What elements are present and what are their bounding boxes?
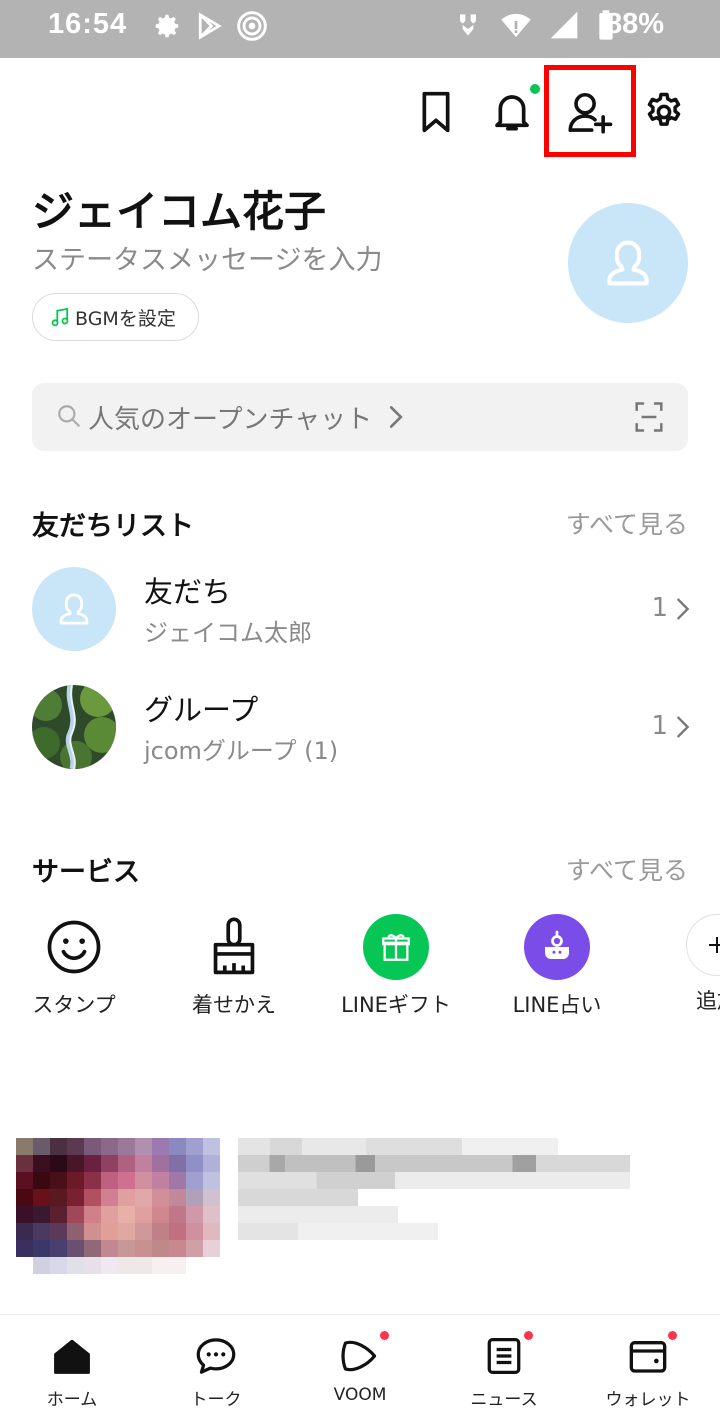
open-chat-search[interactable]: 人気のオープンチャット: [32, 383, 688, 451]
status-right-icons: [452, 9, 616, 41]
news-icon: [432, 1335, 576, 1377]
friends-count: 1: [651, 593, 668, 623]
group-avatar: [32, 685, 116, 769]
hearing-icon: [460, 14, 476, 36]
ad-text-blur: [238, 1138, 630, 1240]
status-time: 16:54: [48, 8, 128, 40]
nav-voom[interactable]: VOOM: [288, 1335, 432, 1405]
music-note-icon: [51, 307, 69, 327]
person-icon: [607, 240, 649, 286]
status-bar: 16:54 88%: [0, 0, 720, 58]
nav-label: ウォレット: [605, 1390, 691, 1410]
wallet-badge: [668, 1331, 677, 1340]
smile-icon: [41, 914, 107, 980]
friends-see-all[interactable]: すべて見る: [566, 505, 688, 541]
search-icon: [58, 405, 80, 427]
nav-home[interactable]: ホーム: [0, 1335, 144, 1410]
groups-row[interactable]: グループ jcomグループ (1) 1: [0, 685, 720, 795]
waterfall-photo: [32, 685, 116, 769]
service-sticker[interactable]: スタンプ: [9, 914, 139, 1018]
ad-banner[interactable]: [16, 1138, 706, 1278]
person-icon: [59, 593, 89, 625]
voom-icon: [288, 1335, 432, 1377]
service-add[interactable]: 追加: [652, 914, 720, 1014]
services-see-all[interactable]: すべて見る: [566, 851, 688, 887]
status-message[interactable]: ステータスメッセージを入力: [32, 238, 382, 277]
ad-image: [16, 1138, 220, 1274]
bgm-label: BGMを設定: [75, 307, 176, 330]
profile-avatar[interactable]: [568, 203, 688, 323]
search-placeholder: 人気のオープンチャット: [88, 405, 373, 435]
service-label: LINEギフト: [341, 993, 451, 1017]
bookmark-icon[interactable]: [412, 88, 460, 136]
nav-label: トーク: [190, 1390, 242, 1410]
service-fortune[interactable]: LINE占い: [492, 914, 622, 1018]
friends-avatar: [32, 567, 116, 651]
target-icon: [237, 11, 267, 41]
fortune-icon: [524, 914, 590, 980]
nav-wallet[interactable]: ウォレット: [576, 1335, 720, 1410]
service-theme[interactable]: 着せかえ: [169, 914, 299, 1018]
scan-icon[interactable]: [634, 401, 664, 433]
nav-chat[interactable]: トーク: [144, 1335, 288, 1410]
voom-badge: [380, 1331, 389, 1340]
groups-count: 1: [651, 711, 668, 741]
groups-subtitle: jcomグループ (1): [144, 737, 339, 765]
friends-subtitle: ジェイコム太郎: [144, 619, 312, 647]
service-label: 追加: [696, 989, 720, 1013]
notification-dot: [530, 84, 540, 94]
friends-row[interactable]: 友だち ジェイコム太郎 1: [0, 567, 720, 677]
chevron-right-icon: [677, 716, 690, 738]
status-left-icons: [152, 10, 268, 42]
gear-icon[interactable]: [640, 88, 688, 136]
groups-title: グループ: [144, 693, 259, 727]
wifi-icon: [501, 13, 531, 37]
play-store-icon: [198, 12, 222, 40]
wallet-icon: [576, 1335, 720, 1377]
service-gift[interactable]: LINEギフト: [331, 914, 461, 1018]
gear-status-icon: [155, 14, 179, 38]
nav-label: ニュース: [470, 1390, 538, 1410]
gift-icon: [363, 914, 429, 980]
battery-percent: 88%: [605, 8, 664, 40]
brush-icon: [201, 914, 267, 980]
plus-icon: [686, 914, 720, 976]
bgm-button[interactable]: BGMを設定: [32, 293, 199, 341]
bell-icon[interactable]: [488, 88, 536, 136]
home-icon: [0, 1335, 144, 1377]
nav-news[interactable]: ニュース: [432, 1335, 576, 1410]
service-label: LINE占い: [512, 993, 602, 1017]
profile-name[interactable]: ジェイコム花子: [32, 178, 326, 239]
chat-icon: [144, 1335, 288, 1377]
service-label: 着せかえ: [192, 993, 276, 1017]
chevron-right-icon: [677, 598, 690, 620]
nav-label: VOOM: [333, 1385, 387, 1405]
signal-icon: [550, 11, 578, 39]
highlight-box: [544, 65, 636, 157]
bottom-nav: ホーム トーク VOOM ニュース ウォレット: [0, 1314, 720, 1424]
nav-label: ホーム: [46, 1390, 98, 1410]
friends-section-title: 友だちリスト: [32, 511, 194, 542]
friends-title: 友だち: [144, 575, 232, 609]
services-section-title: サービス: [32, 857, 140, 888]
news-badge: [524, 1331, 533, 1340]
chevron-right-icon: [389, 406, 403, 428]
service-label: スタンプ: [32, 993, 116, 1017]
